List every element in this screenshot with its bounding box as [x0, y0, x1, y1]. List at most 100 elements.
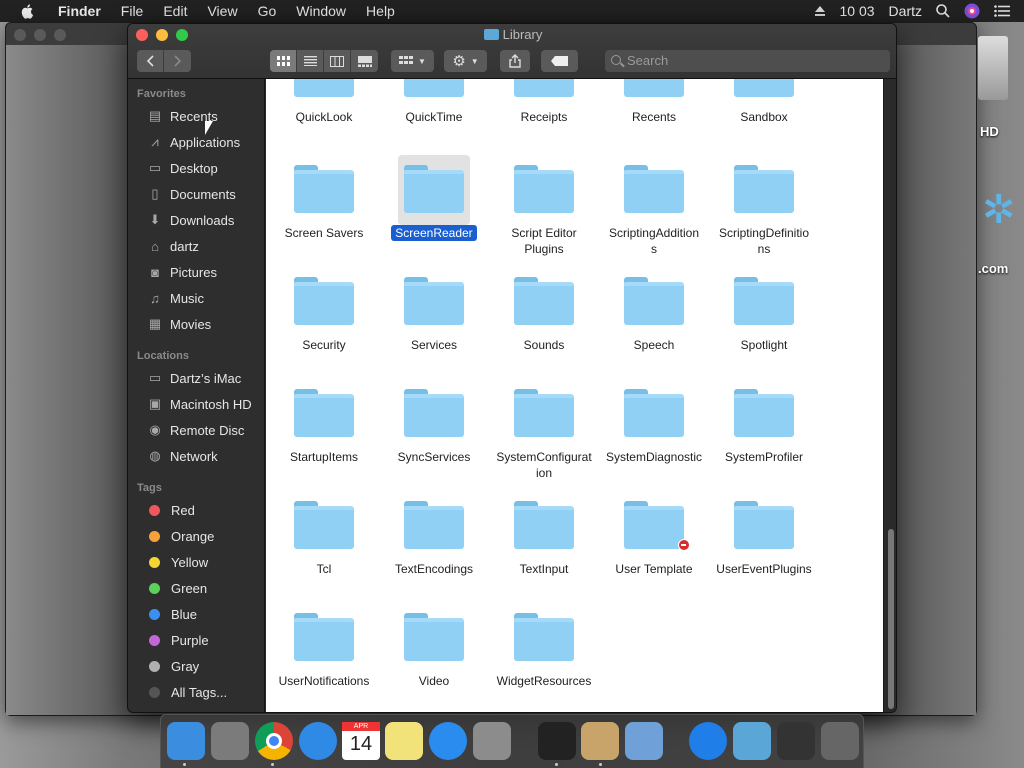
menu-help[interactable]: Help — [366, 3, 395, 19]
app-store-folder-icon[interactable] — [689, 722, 727, 760]
sidebar: Favorites ▤ Recents ⩘ Applications ▭ Deskto… — [128, 79, 265, 712]
icon-view-button[interactable] — [270, 50, 297, 72]
disk-utility-icon[interactable] — [777, 722, 815, 760]
sidebar-item-macintosh-hd[interactable]: ▣ Macintosh HD — [128, 391, 265, 417]
calendar-icon[interactable]: APR 14 — [342, 722, 380, 760]
sidebar-tag-gray[interactable]: Gray — [128, 653, 265, 679]
launchpad-icon[interactable] — [211, 722, 249, 760]
folder-item[interactable]: StartupItems — [269, 389, 379, 489]
gallery-view-button[interactable] — [351, 50, 378, 72]
folder-item[interactable]: Screen Savers — [269, 165, 379, 265]
sidebar-item-music[interactable]: ♫ Music — [128, 285, 265, 311]
sidebar-item-applications[interactable]: ⩘ Applications — [128, 129, 265, 155]
sidebar-item-desktop[interactable]: ▭ Desktop — [128, 155, 265, 181]
menu-view[interactable]: View — [207, 3, 237, 19]
folder-item[interactable]: Spotlight — [709, 277, 819, 377]
menu-file[interactable]: File — [121, 3, 144, 19]
sidebar-item-documents[interactable]: ▯ Documents — [128, 181, 265, 207]
sidebar-item-home[interactable]: ⌂ dartz — [128, 233, 265, 259]
folder-item[interactable]: WidgetResources — [489, 613, 599, 712]
background-minimize-button[interactable] — [34, 29, 46, 41]
menu-go[interactable]: Go — [258, 3, 277, 19]
notes-icon[interactable] — [385, 722, 423, 760]
safari-icon[interactable] — [299, 722, 337, 760]
folder-item[interactable]: Sounds — [489, 277, 599, 377]
preview-icon[interactable] — [625, 722, 663, 760]
sidebar-item-pictures[interactable]: ◙ Pictures — [128, 259, 265, 285]
sidebar-tag-green[interactable]: Green — [128, 575, 265, 601]
sidebar-item-recents[interactable]: ▤ Recents — [128, 103, 265, 129]
siri-icon[interactable] — [964, 3, 980, 19]
folder-item[interactable]: SyncServices — [379, 389, 489, 489]
action-button[interactable]: ⚙ ▼ — [444, 50, 487, 72]
folder-item[interactable]: Recents — [599, 79, 709, 179]
app-store-icon[interactable] — [429, 722, 467, 760]
eject-icon[interactable] — [814, 5, 826, 17]
folder-item[interactable]: Sandbox — [709, 79, 819, 179]
sidebar-tag-blue[interactable]: Blue — [128, 601, 265, 627]
forward-button[interactable] — [164, 50, 191, 72]
folder-item[interactable]: UserEventPlugins — [709, 501, 819, 601]
list-view-button[interactable] — [297, 50, 324, 72]
folder-item[interactable]: UserNotifications — [269, 613, 379, 712]
folder-item[interactable]: Receipts — [489, 79, 599, 179]
folder-item[interactable]: SystemConfigurat ion — [489, 389, 599, 489]
folder-item[interactable]: ScreenReader — [379, 155, 489, 265]
sidebar-item-downloads[interactable]: ⬇ Downloads — [128, 207, 265, 233]
background-zoom-button[interactable] — [54, 29, 66, 41]
sidebar-tag-all[interactable]: All Tags... — [128, 679, 265, 705]
folder-item[interactable]: User Template — [599, 501, 709, 601]
terminal-icon[interactable] — [538, 722, 576, 760]
folder-item[interactable]: Speech — [599, 277, 709, 377]
folder-item[interactable]: Script Editor Plugins — [489, 165, 599, 265]
sidebar-tag-purple[interactable]: Purple — [128, 627, 265, 653]
menu-edit[interactable]: Edit — [163, 3, 187, 19]
folder-icon[interactable] — [733, 722, 771, 760]
folder-item[interactable]: SystemDiagnostic — [599, 389, 709, 489]
sidebar-tag-yellow[interactable]: Yellow — [128, 549, 265, 575]
finder-icon[interactable] — [167, 722, 205, 760]
folder-item[interactable]: QuickLook — [269, 79, 379, 179]
menu-app-name[interactable]: Finder — [58, 3, 101, 19]
folder-name-text: SystemProfiler — [724, 450, 804, 464]
column-view-button[interactable] — [324, 50, 351, 72]
folder-item[interactable]: TextEncodings — [379, 501, 489, 601]
sidebar-tag-orange[interactable]: Orange — [128, 523, 265, 549]
folder-item[interactable]: Services — [379, 277, 489, 377]
background-close-button[interactable] — [14, 29, 26, 41]
sidebar-item-imac[interactable]: ▭ Dartz’s iMac — [128, 365, 265, 391]
vertical-scrollbar[interactable] — [883, 79, 896, 712]
folder-item[interactable]: Video — [379, 613, 489, 712]
site-label[interactable]: .com — [978, 261, 1008, 276]
sidebar-item-remote-disc[interactable]: ◉ Remote Disc — [128, 417, 265, 443]
folder-item[interactable]: SystemProfiler — [709, 389, 819, 489]
group-by-button[interactable]: ▼ — [391, 50, 434, 72]
notification-center-icon[interactable] — [994, 5, 1010, 17]
scroll-thumb[interactable] — [888, 529, 894, 709]
search-field[interactable]: Search — [605, 50, 890, 72]
spotlight-icon[interactable] — [936, 4, 950, 18]
chess-icon[interactable] — [581, 722, 619, 760]
folder-item[interactable]: Security — [269, 277, 379, 377]
apple-icon[interactable] — [20, 3, 36, 19]
menu-window[interactable]: Window — [296, 3, 346, 19]
menubar-user[interactable]: Dartz — [889, 3, 922, 19]
hard-drive-desktop-icon[interactable] — [978, 36, 1008, 100]
chrome-icon[interactable] — [255, 722, 293, 760]
menubar-clock[interactable]: 10 03 — [840, 3, 875, 19]
system-preferences-icon[interactable] — [473, 722, 511, 760]
sidebar-item-network[interactable]: ◍ Network — [128, 443, 265, 469]
back-button[interactable] — [137, 50, 164, 72]
trash-icon[interactable] — [821, 722, 859, 760]
folder-item[interactable]: Tcl — [269, 501, 379, 601]
tags-button[interactable] — [541, 50, 578, 72]
view-mode-buttons — [270, 50, 378, 72]
sidebar-tag-red[interactable]: Red — [128, 497, 265, 523]
sidebar-item-movies[interactable]: ▦ Movies — [128, 311, 265, 337]
folder-item[interactable]: ScriptingAddition s — [599, 165, 709, 265]
folder-item[interactable]: TextInput — [489, 501, 599, 601]
desktop-star-icon[interactable]: ✲ — [982, 180, 1016, 240]
share-button[interactable] — [500, 50, 530, 72]
drive-label[interactable]: HD — [980, 124, 999, 139]
folder-item[interactable]: ScriptingDefinitio ns — [709, 165, 819, 265]
